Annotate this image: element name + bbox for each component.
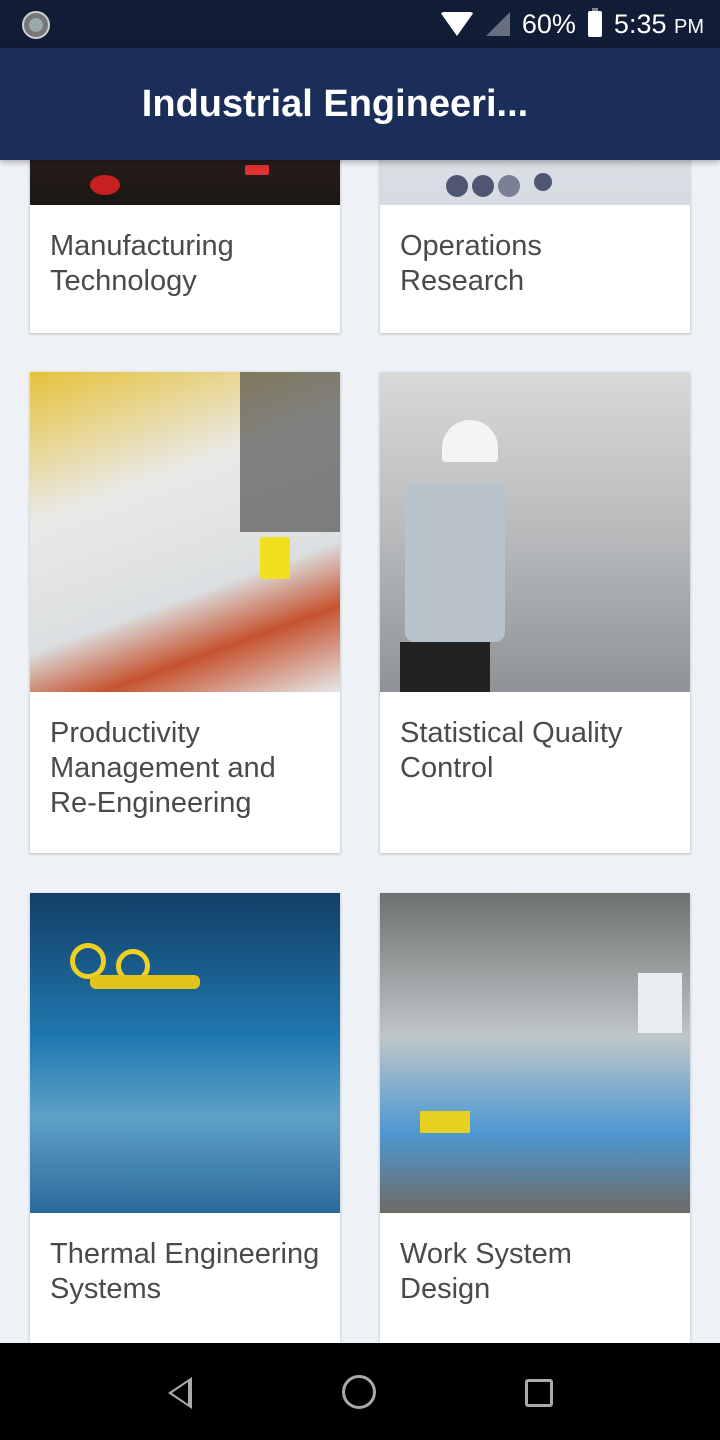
card-statistical-quality-control[interactable]: Statistical Quality Control	[380, 372, 690, 853]
thermal-engineering-image	[30, 893, 340, 1213]
card-operations-research[interactable]: Operations Research	[380, 160, 690, 333]
card-thermal-engineering-systems[interactable]: Thermal Engineering Systems	[30, 893, 340, 1343]
course-grid[interactable]: Manufacturing Technology Operations Rese…	[0, 160, 720, 1343]
card-label: Work System Design	[400, 1238, 572, 1305]
app-title: Industrial Engineeri...	[141, 82, 529, 125]
status-indicators: 60% 5:35 PM	[439, 6, 704, 42]
card-label: Operations Research	[400, 230, 542, 297]
clock: 5:35 PM	[614, 9, 704, 40]
productivity-management-image	[30, 372, 340, 692]
clock-ampm: PM	[674, 15, 704, 38]
card-label: Productivity Management and Re-Engineeri…	[50, 717, 276, 819]
card-manufacturing-technology[interactable]: Manufacturing Technology	[30, 160, 340, 333]
card-work-system-design[interactable]: Work System Design	[380, 893, 690, 1343]
card-label: Thermal Engineering Systems	[50, 1238, 320, 1305]
battery-charging-icon	[587, 8, 602, 37]
operations-research-image	[380, 160, 690, 205]
status-bar: 60% 5:35 PM	[0, 0, 720, 48]
cell-signal-icon	[485, 12, 510, 36]
work-system-design-image	[380, 893, 690, 1213]
card-productivity-management[interactable]: Productivity Management and Re-Engineeri…	[30, 372, 340, 853]
card-label: Statistical Quality Control	[400, 717, 623, 784]
wifi-icon	[439, 12, 474, 36]
system-nav-bar	[0, 1343, 720, 1440]
statistical-quality-control-image	[380, 372, 690, 692]
back-button[interactable]	[164, 1375, 200, 1411]
battery-percent: 60%	[521, 8, 576, 39]
card-label: Manufacturing Technology	[50, 230, 234, 297]
sync-icon	[22, 11, 50, 39]
app-bar: Industrial Engineeri...	[0, 48, 720, 160]
home-button[interactable]	[342, 1375, 376, 1409]
manufacturing-technology-image	[30, 160, 340, 205]
clock-time: 5:35	[613, 8, 667, 39]
recents-button[interactable]	[525, 1379, 553, 1407]
